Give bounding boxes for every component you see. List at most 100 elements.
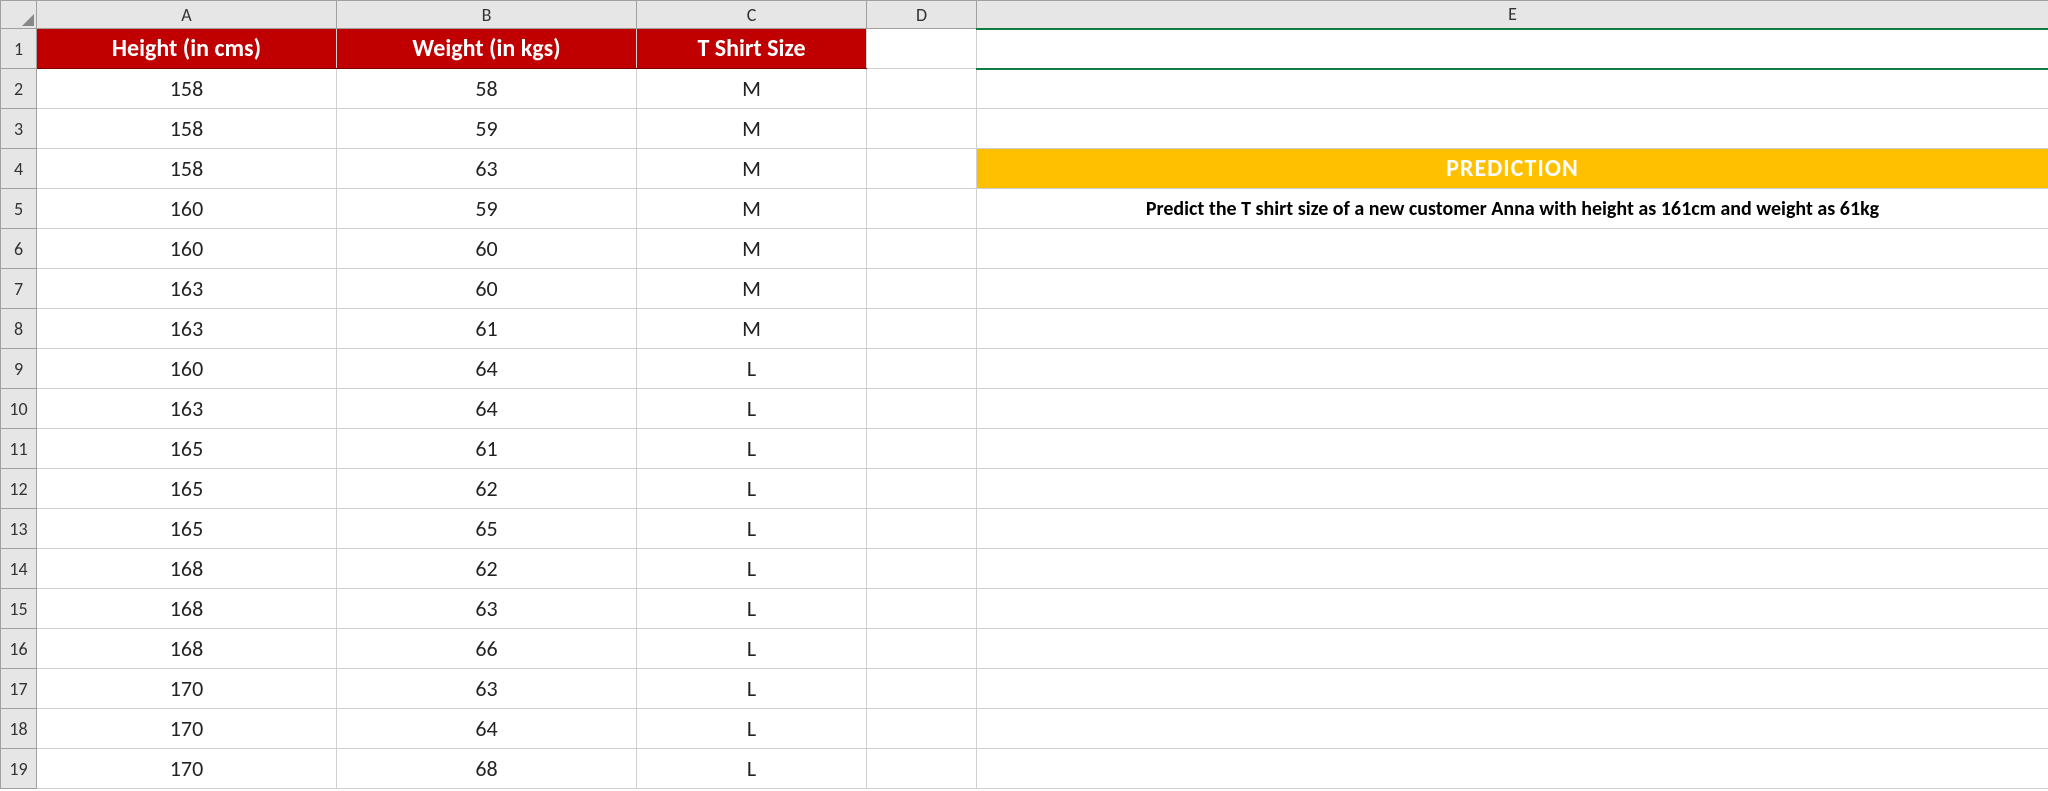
row-header-12[interactable]: 12 [1, 469, 37, 509]
cell-E5-prediction-text[interactable]: Predict the T shirt size of a new custom… [977, 189, 2048, 229]
cell-C18[interactable]: L [637, 709, 867, 749]
col-header-D[interactable]: D [867, 1, 977, 29]
cell-B12[interactable]: 62 [337, 469, 637, 509]
row-header-5[interactable]: 5 [1, 189, 37, 229]
cell-D12[interactable] [867, 469, 977, 509]
cell-D9[interactable] [867, 349, 977, 389]
cell-C10[interactable]: L [637, 389, 867, 429]
cell-E9[interactable] [977, 349, 2048, 389]
cell-E15[interactable] [977, 589, 2048, 629]
cell-E18[interactable] [977, 709, 2048, 749]
cell-C12[interactable]: L [637, 469, 867, 509]
col-header-B[interactable]: B [337, 1, 637, 29]
cell-C17[interactable]: L [637, 669, 867, 709]
cell-C19[interactable]: L [637, 749, 867, 789]
cell-C2[interactable]: M [637, 69, 867, 109]
row-header-19[interactable]: 19 [1, 749, 37, 789]
cell-A18[interactable]: 170 [37, 709, 337, 749]
cell-D6[interactable] [867, 229, 977, 269]
cell-E14[interactable] [977, 549, 2048, 589]
cell-E17[interactable] [977, 669, 2048, 709]
cell-C1-header-size[interactable]: T Shirt Size [637, 29, 867, 69]
cell-B3[interactable]: 59 [337, 109, 637, 149]
cell-A10[interactable]: 163 [37, 389, 337, 429]
cell-B16[interactable]: 66 [337, 629, 637, 669]
cell-D16[interactable] [867, 629, 977, 669]
cell-C4[interactable]: M [637, 149, 867, 189]
cell-B2[interactable]: 58 [337, 69, 637, 109]
cell-C5[interactable]: M [637, 189, 867, 229]
cell-C8[interactable]: M [637, 309, 867, 349]
cell-A16[interactable]: 168 [37, 629, 337, 669]
cell-A2[interactable]: 158 [37, 69, 337, 109]
cell-A15[interactable]: 168 [37, 589, 337, 629]
row-header-14[interactable]: 14 [1, 549, 37, 589]
cell-A7[interactable]: 163 [37, 269, 337, 309]
cell-D11[interactable] [867, 429, 977, 469]
cell-E4-prediction-banner[interactable]: PREDICTION [977, 149, 2048, 189]
cell-C6[interactable]: M [637, 229, 867, 269]
cell-A1-header-height[interactable]: Height (in cms) [37, 29, 337, 69]
cell-C14[interactable]: L [637, 549, 867, 589]
cell-E10[interactable] [977, 389, 2048, 429]
cell-E6[interactable] [977, 229, 2048, 269]
cell-E16[interactable] [977, 629, 2048, 669]
row-header-1[interactable]: 1 [1, 29, 37, 69]
cell-B6[interactable]: 60 [337, 229, 637, 269]
cell-A17[interactable]: 170 [37, 669, 337, 709]
cell-C16[interactable]: L [637, 629, 867, 669]
cell-D5[interactable] [867, 189, 977, 229]
cell-B7[interactable]: 60 [337, 269, 637, 309]
row-header-2[interactable]: 2 [1, 69, 37, 109]
cell-A14[interactable]: 168 [37, 549, 337, 589]
row-header-10[interactable]: 10 [1, 389, 37, 429]
cell-B4[interactable]: 63 [337, 149, 637, 189]
cell-B13[interactable]: 65 [337, 509, 637, 549]
cell-A19[interactable]: 170 [37, 749, 337, 789]
cell-A9[interactable]: 160 [37, 349, 337, 389]
cell-D13[interactable] [867, 509, 977, 549]
cell-D17[interactable] [867, 669, 977, 709]
cell-D4[interactable] [867, 149, 977, 189]
cell-E11[interactable] [977, 429, 2048, 469]
cell-C15[interactable]: L [637, 589, 867, 629]
cell-B14[interactable]: 62 [337, 549, 637, 589]
row-header-8[interactable]: 8 [1, 309, 37, 349]
cell-D7[interactable] [867, 269, 977, 309]
cell-A8[interactable]: 163 [37, 309, 337, 349]
cell-D1[interactable] [867, 29, 977, 69]
cell-E19[interactable] [977, 749, 2048, 789]
cell-E12[interactable] [977, 469, 2048, 509]
select-all-corner[interactable] [1, 1, 37, 29]
spreadsheet-grid[interactable]: A B C D E 1 Height (in cms) Weight (in k… [0, 0, 2048, 789]
cell-D14[interactable] [867, 549, 977, 589]
row-header-11[interactable]: 11 [1, 429, 37, 469]
row-header-18[interactable]: 18 [1, 709, 37, 749]
cell-C9[interactable]: L [637, 349, 867, 389]
cell-C3[interactable]: M [637, 109, 867, 149]
cell-B9[interactable]: 64 [337, 349, 637, 389]
row-header-3[interactable]: 3 [1, 109, 37, 149]
cell-B8[interactable]: 61 [337, 309, 637, 349]
row-header-6[interactable]: 6 [1, 229, 37, 269]
cell-D15[interactable] [867, 589, 977, 629]
cell-A3[interactable]: 158 [37, 109, 337, 149]
cell-B19[interactable]: 68 [337, 749, 637, 789]
cell-A5[interactable]: 160 [37, 189, 337, 229]
cell-A4[interactable]: 158 [37, 149, 337, 189]
cell-A13[interactable]: 165 [37, 509, 337, 549]
row-header-7[interactable]: 7 [1, 269, 37, 309]
row-header-13[interactable]: 13 [1, 509, 37, 549]
row-header-9[interactable]: 9 [1, 349, 37, 389]
row-header-17[interactable]: 17 [1, 669, 37, 709]
cell-A12[interactable]: 165 [37, 469, 337, 509]
cell-B5[interactable]: 59 [337, 189, 637, 229]
cell-B17[interactable]: 63 [337, 669, 637, 709]
cell-A11[interactable]: 165 [37, 429, 337, 469]
cell-E3[interactable] [977, 109, 2048, 149]
cell-B10[interactable]: 64 [337, 389, 637, 429]
cell-B18[interactable]: 64 [337, 709, 637, 749]
cell-C13[interactable]: L [637, 509, 867, 549]
row-header-16[interactable]: 16 [1, 629, 37, 669]
cell-D8[interactable] [867, 309, 977, 349]
